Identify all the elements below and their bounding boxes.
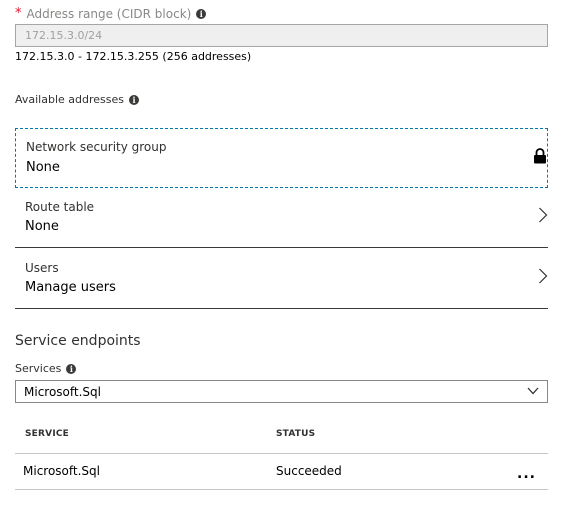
service-cell: Microsoft.Sql (23, 464, 100, 478)
column-header-status[interactable]: STATUS (276, 429, 315, 439)
network-security-group-value: None (26, 160, 60, 175)
table-header: SERVICE STATUS (15, 418, 548, 454)
address-range-label-text: Address range (CIDR block) (26, 6, 192, 21)
users-row[interactable]: Users Manage users (15, 248, 548, 309)
info-icon[interactable]: i (129, 94, 140, 105)
network-security-group-row[interactable]: Network security group None (15, 128, 548, 188)
address-range-summary: 172.15.3.0 - 172.15.3.255 (256 addresses… (15, 50, 252, 63)
available-addresses-label: Available addresses i (15, 93, 140, 106)
route-table-row[interactable]: Route table None (15, 188, 548, 248)
status-cell: Succeeded (276, 464, 342, 478)
route-table-value: None (25, 219, 59, 234)
network-security-group-label: Network security group (26, 140, 167, 154)
services-label-text: Services (15, 362, 62, 375)
address-range-input[interactable]: 172.15.3.0/24 (15, 24, 548, 47)
service-endpoints-title: Service endpoints (15, 333, 141, 349)
required-marker: * (15, 6, 22, 21)
available-addresses-text: Available addresses (15, 93, 125, 106)
chevron-down-icon (527, 387, 539, 395)
address-range-label: * Address range (CIDR block) i (15, 6, 207, 21)
services-dropdown[interactable]: Microsoft.Sql (15, 380, 548, 403)
route-table-label: Route table (25, 200, 95, 214)
column-header-service[interactable]: SERVICE (25, 429, 69, 439)
table-row[interactable]: Microsoft.Sql Succeeded ... (15, 454, 548, 490)
info-icon[interactable]: i (66, 363, 77, 374)
users-label: Users (25, 261, 59, 275)
users-value: Manage users (25, 280, 116, 295)
info-icon[interactable]: i (196, 8, 207, 19)
more-icon[interactable]: ... (517, 466, 536, 482)
services-dropdown-value: Microsoft.Sql (24, 385, 101, 399)
lock-icon (534, 148, 546, 164)
services-label: Services i (15, 362, 77, 375)
chevron-right-icon (539, 207, 548, 223)
chevron-right-icon (539, 268, 548, 284)
